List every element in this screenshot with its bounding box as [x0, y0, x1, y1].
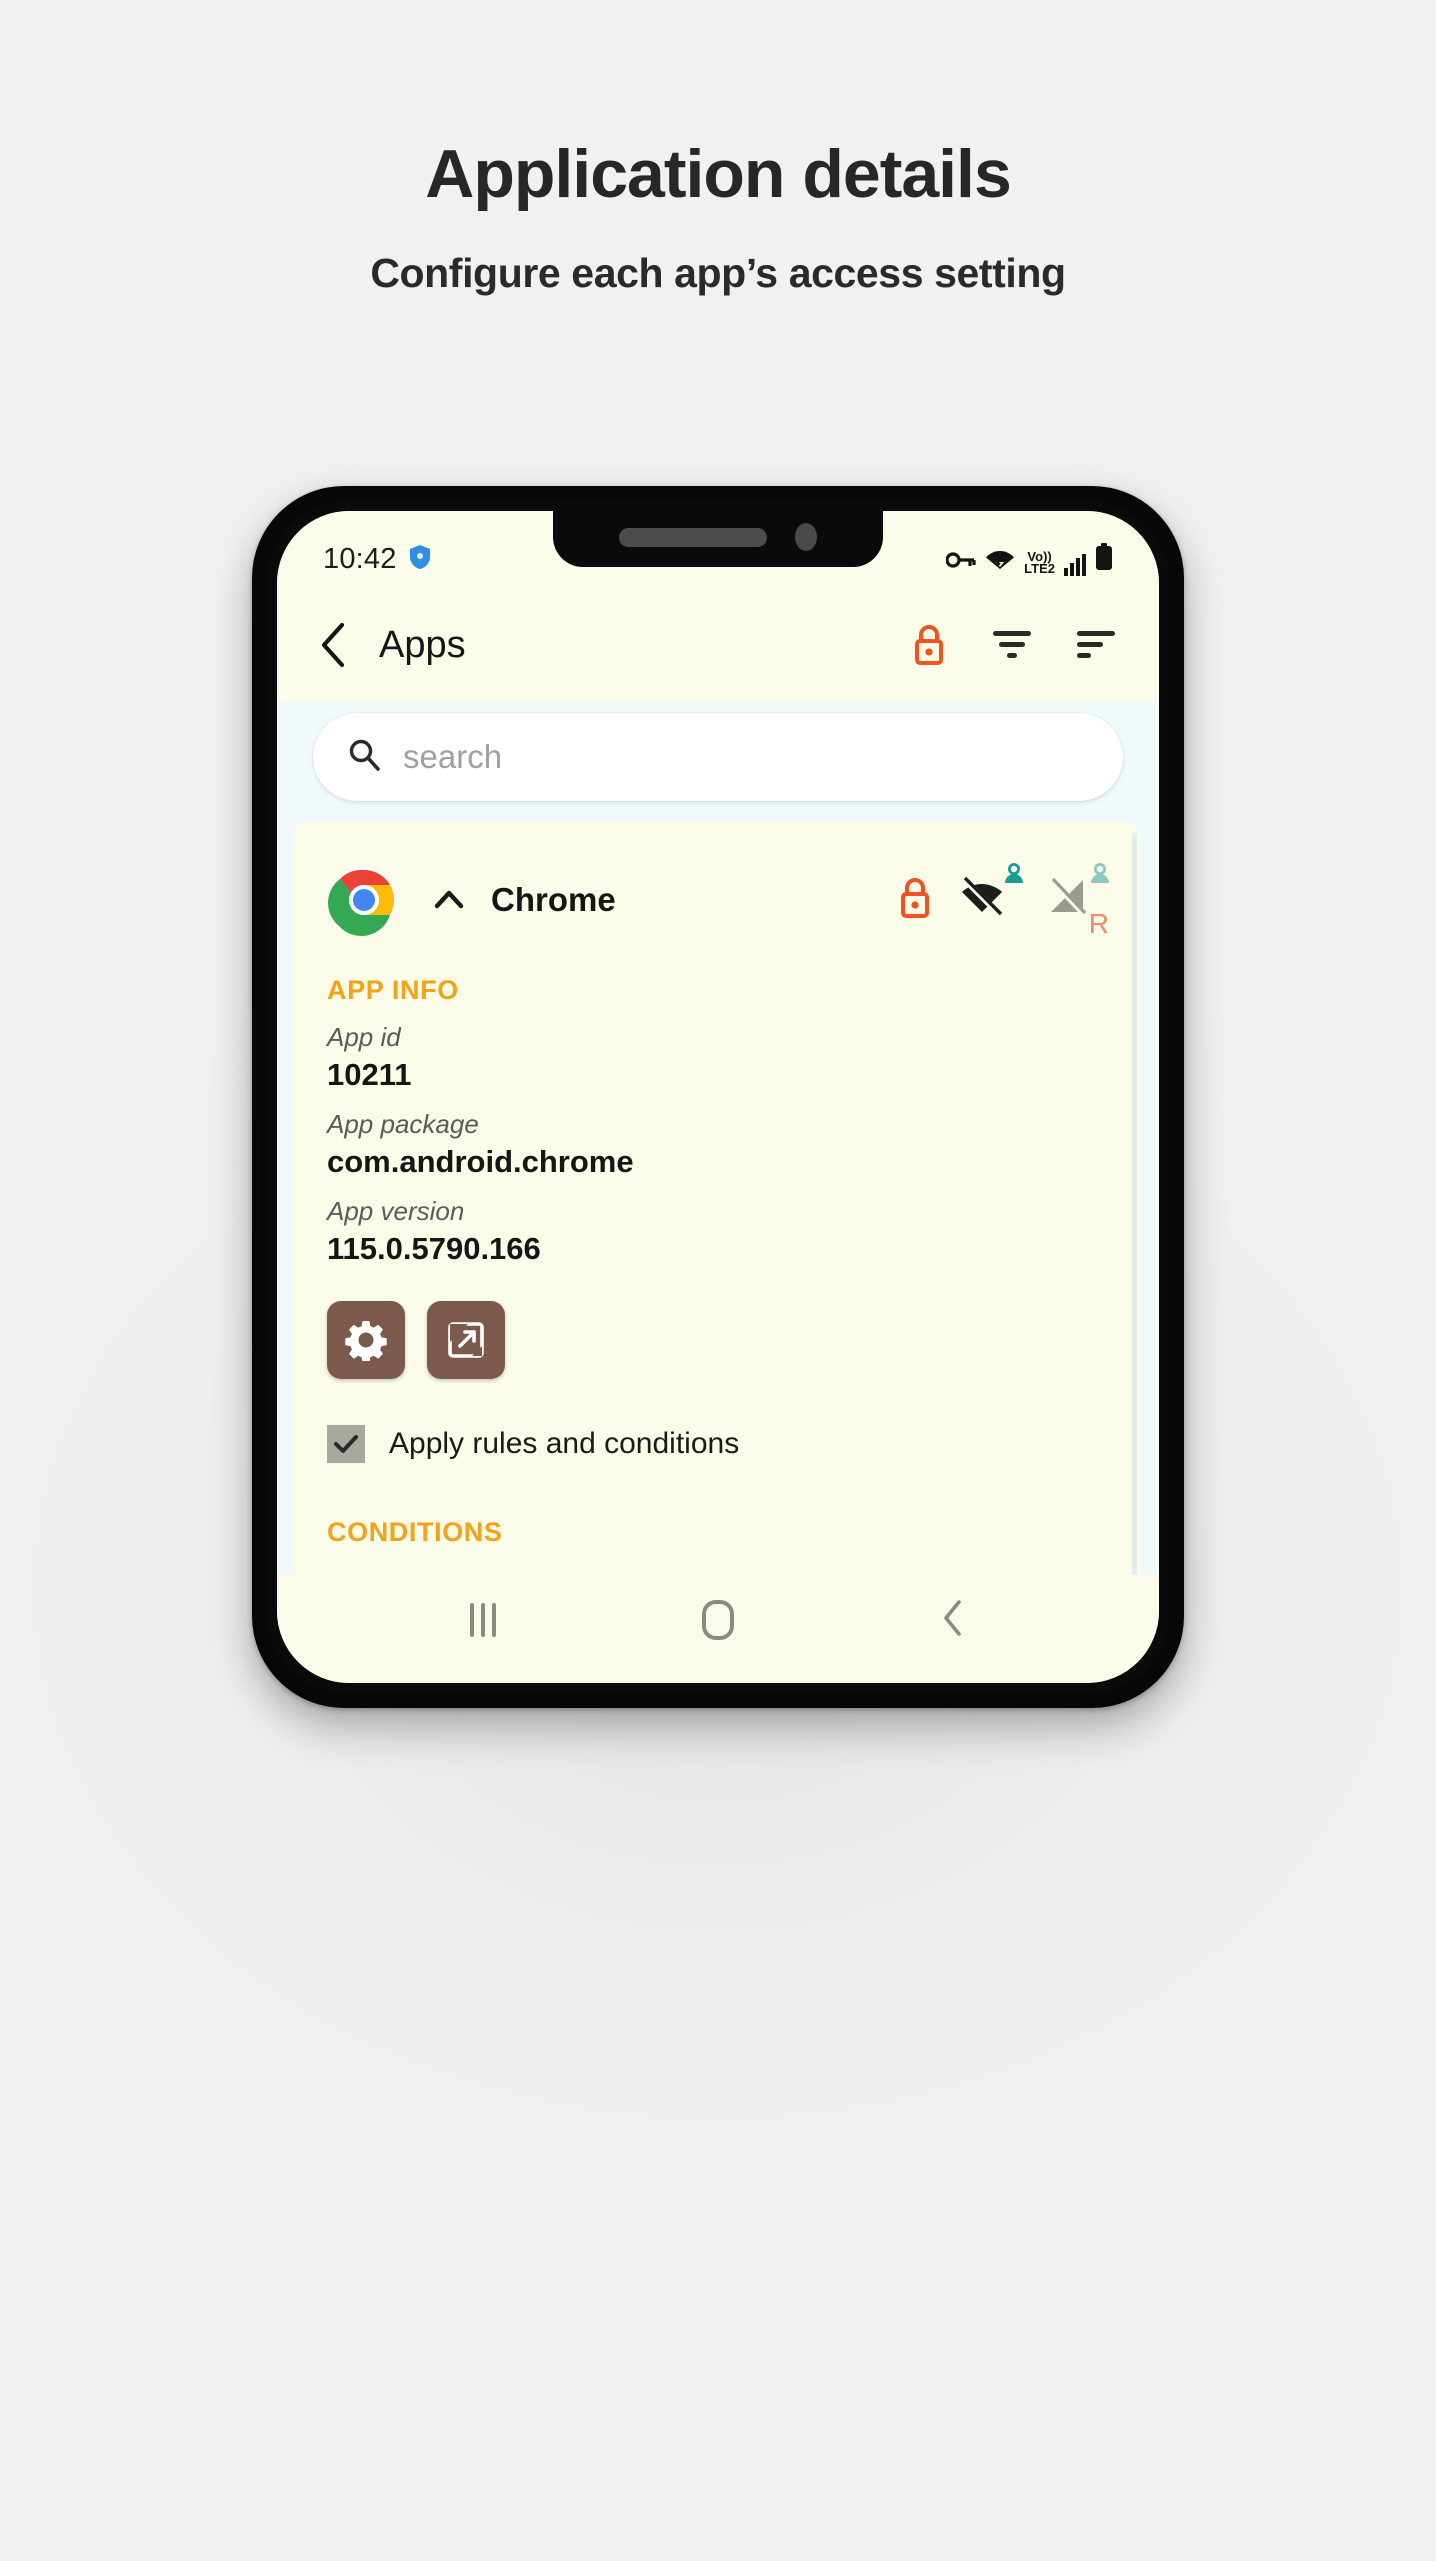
system-navigation-bar	[277, 1575, 1159, 1683]
status-bar-left: 10:42	[323, 543, 431, 576]
status-clock: 10:42	[323, 542, 397, 575]
scrollbar-thumb[interactable]	[1132, 835, 1137, 1575]
app-version-value: 115.0.5790.166	[327, 1231, 541, 1266]
wifi-off-badge[interactable]	[959, 862, 1023, 938]
key-icon	[945, 549, 976, 576]
person-icon	[1087, 862, 1113, 893]
roaming-letter-icon: R	[1088, 908, 1109, 939]
earpiece-speaker-icon	[619, 527, 767, 547]
apply-rules-label: Apply rules and conditions	[389, 1427, 740, 1460]
app-status-badges: R	[895, 862, 1109, 939]
person-icon	[1001, 862, 1027, 893]
app-package-label: App package	[327, 1109, 479, 1139]
phone-notch	[553, 511, 883, 567]
lock-icon[interactable]	[895, 874, 935, 927]
app-bar-title: Apps	[379, 623, 466, 666]
front-camera-icon	[795, 523, 817, 551]
page-subtitle: Configure each app’s access setting	[370, 250, 1066, 296]
app-action-buttons	[293, 1267, 1141, 1379]
app-name: Chrome	[491, 881, 616, 918]
recents-icon[interactable]	[470, 1603, 496, 1637]
lock-icon[interactable]	[909, 621, 949, 669]
filter-icon[interactable]	[991, 628, 1033, 662]
battery-icon	[1095, 542, 1113, 576]
app-bar: Apps	[277, 589, 1159, 701]
phone-screen: 10:42 Vo)) LTE2 Apps search Chrome R APP…	[277, 511, 1159, 1683]
wifi-off-icon	[959, 876, 1005, 923]
apply-rules-checkbox[interactable]	[327, 1425, 365, 1463]
app-bar-actions	[909, 621, 1117, 669]
app-list-scroll-area[interactable]: Chrome R APP INFO App id 10211 App packa…	[277, 813, 1159, 1575]
app-detail-card: Chrome R APP INFO App id 10211 App packa…	[293, 821, 1141, 1575]
open-external-button[interactable]	[427, 1301, 505, 1379]
app-info-fields: App id 10211 App package com.android.chr…	[293, 1022, 1141, 1267]
settings-button[interactable]	[327, 1301, 405, 1379]
app-header-row[interactable]: Chrome R	[293, 843, 1141, 947]
promo-header: Application details Configure each app’s…	[0, 0, 1436, 297]
back-chevron-icon[interactable]	[309, 621, 357, 669]
chevron-up-icon[interactable]	[427, 878, 471, 922]
app-id-label: App id	[327, 1022, 401, 1052]
search-input[interactable]: search	[313, 713, 1123, 801]
wifi-icon	[985, 545, 1015, 576]
app-version-label: App version	[327, 1196, 465, 1226]
mobile-off-icon	[1045, 876, 1089, 923]
phone-bezel: 10:42 Vo)) LTE2 Apps search Chrome R APP…	[267, 501, 1169, 1693]
search-area: search	[277, 701, 1159, 813]
page-title: Application details	[425, 136, 1012, 212]
signal-bars-icon	[1064, 553, 1086, 576]
mobile-off-badge[interactable]: R	[1045, 862, 1109, 939]
search-placeholder: search	[403, 738, 503, 775]
shield-icon	[409, 544, 431, 575]
sort-icon[interactable]	[1075, 628, 1117, 662]
search-icon	[347, 738, 381, 777]
status-bar-right: Vo)) LTE2	[945, 542, 1113, 576]
phone-mockup: 10:42 Vo)) LTE2 Apps search Chrome R APP…	[252, 486, 1184, 1708]
app-package-value: com.android.chrome	[327, 1144, 634, 1179]
chrome-logo-icon	[327, 863, 401, 937]
home-icon[interactable]	[702, 1600, 734, 1640]
apply-rules-row[interactable]: Apply rules and conditions	[293, 1425, 1141, 1463]
app-info-heading: APP INFO	[327, 975, 459, 1005]
conditions-heading: CONDITIONS	[327, 1517, 503, 1547]
volte-indicator: Vo)) LTE2	[1024, 549, 1055, 576]
back-icon[interactable]	[940, 1598, 966, 1643]
app-id-value: 10211	[327, 1057, 412, 1092]
